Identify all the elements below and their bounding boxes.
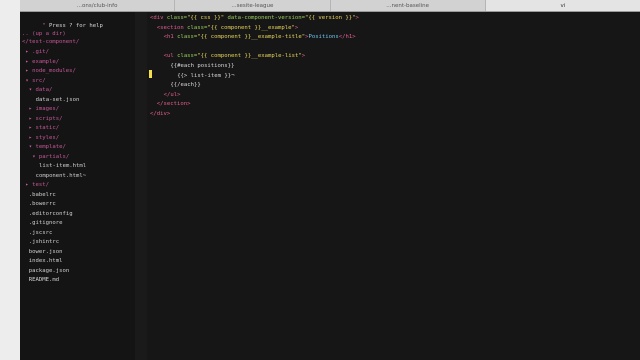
code-editor[interactable]: <div class="{{ css }}" data-component-ve… [135,12,640,360]
tree-item[interactable]: component.html~ [36,172,87,180]
code-token: </div> [150,111,171,117]
tree-item[interactable]: ▾ src/ [25,77,45,85]
window-edge [0,0,20,360]
code-token: <h1 [163,34,178,41]
tree-item[interactable]: ▸ test/ [25,181,49,189]
tree-item[interactable]: .editorconfig [29,210,73,218]
tree-item[interactable]: data-set.json [36,96,80,104]
tab-club-info[interactable]: ...ons/club-info [20,0,174,11]
tree-item[interactable]: .jshintrc [29,238,59,246]
tree-item[interactable]: ▾ partials/ [32,153,69,161]
code-token: {{#each positions}} [170,63,235,69]
code-token: "{{ component }}__example" [207,24,295,31]
code-token: </ul> [163,91,181,98]
code-line: <div class="{{ css }}" data-component-ve… [150,14,359,22]
code-line: </div> [150,110,170,118]
code-token: "{{ css }}" [187,15,228,21]
line-gutter [135,12,147,360]
tree-item[interactable]: ▾ template/ [29,143,66,151]
code-token: > [301,53,306,60]
code-line: </ul> [150,91,181,99]
tree-item[interactable]: .bowerrc [29,200,56,208]
tree-item[interactable]: ▸ node_modules/ [25,67,76,75]
tab-vi[interactable]: vi [484,0,640,11]
file-tree-panel: " Press ? for help .. (up a dir) </test-… [20,12,135,360]
code-token: <section [156,24,188,31]
tree-item[interactable]: ▸ images/ [29,105,59,113]
tree-item[interactable]: list-item.html [39,162,86,170]
tree-item[interactable]: .gitignore [29,219,63,227]
tree-item[interactable]: bower.json [29,248,63,256]
tree-item[interactable]: ▾ data/ [29,86,53,94]
tree-item[interactable]: ▸ styles/ [29,134,59,142]
code-line: </section> [150,100,191,108]
code-token: class= [177,34,198,41]
tree-item[interactable]: index.html [29,257,63,265]
code-token: Positions [308,34,339,41]
code-token: "{{ version }}" [304,15,356,21]
code-token: > [355,15,359,21]
tree-item[interactable]: README.md [29,276,59,284]
code-token: class= [187,24,208,31]
code-token: <ul [163,53,178,60]
tree-item[interactable]: .babelrc [29,191,56,199]
root-dir[interactable]: </test-component/ [22,38,79,46]
code-token: <div [150,15,167,21]
code-token: </h1> [338,34,356,41]
code-line: <h1 class="{{ component }}__example-titl… [150,33,356,41]
tree-item[interactable]: ▸ static/ [29,124,59,132]
code-token: class= [177,53,198,60]
code-line: {{> list-item }}¬ [150,72,234,80]
code-token: {{/each}} [170,82,201,89]
up-dir[interactable]: .. (up a dir) [22,30,66,38]
tab-nent-baseline[interactable]: ...nent-baseline [329,0,485,11]
code-token: class= [166,15,188,21]
code-line: <section class="{{ component }}__example… [150,24,298,32]
tab-bar: ...ons/club-info ...sesite-league ...nen… [20,0,640,12]
tree-item[interactable]: ▸ scripts/ [29,115,63,123]
tree-item[interactable]: ▸ example/ [25,58,59,66]
code-token: > [294,24,299,31]
tree-item[interactable]: package.json [29,267,69,275]
terminal-app: ...ons/club-info ...sesite-league ...nen… [0,0,640,360]
code-token: data-component-version= [227,15,305,21]
tree-item[interactable]: ▸ .git/ [25,48,49,56]
code-token: "{{ component }}__example-title" [197,34,306,41]
code-line: {{#each positions}} [150,62,234,70]
tree-item[interactable]: .jscsrc [29,229,53,237]
code-token: </section> [156,101,191,108]
code-line: {{/each}} [150,81,201,89]
tab-sesite-league[interactable]: ...sesite-league [174,0,329,11]
code-line: <ul class="{{ component }}__example-list… [150,52,305,60]
code-token: "{{ component }}__example-list" [197,53,302,60]
code-token: {{> list-item }}¬ [177,72,235,79]
